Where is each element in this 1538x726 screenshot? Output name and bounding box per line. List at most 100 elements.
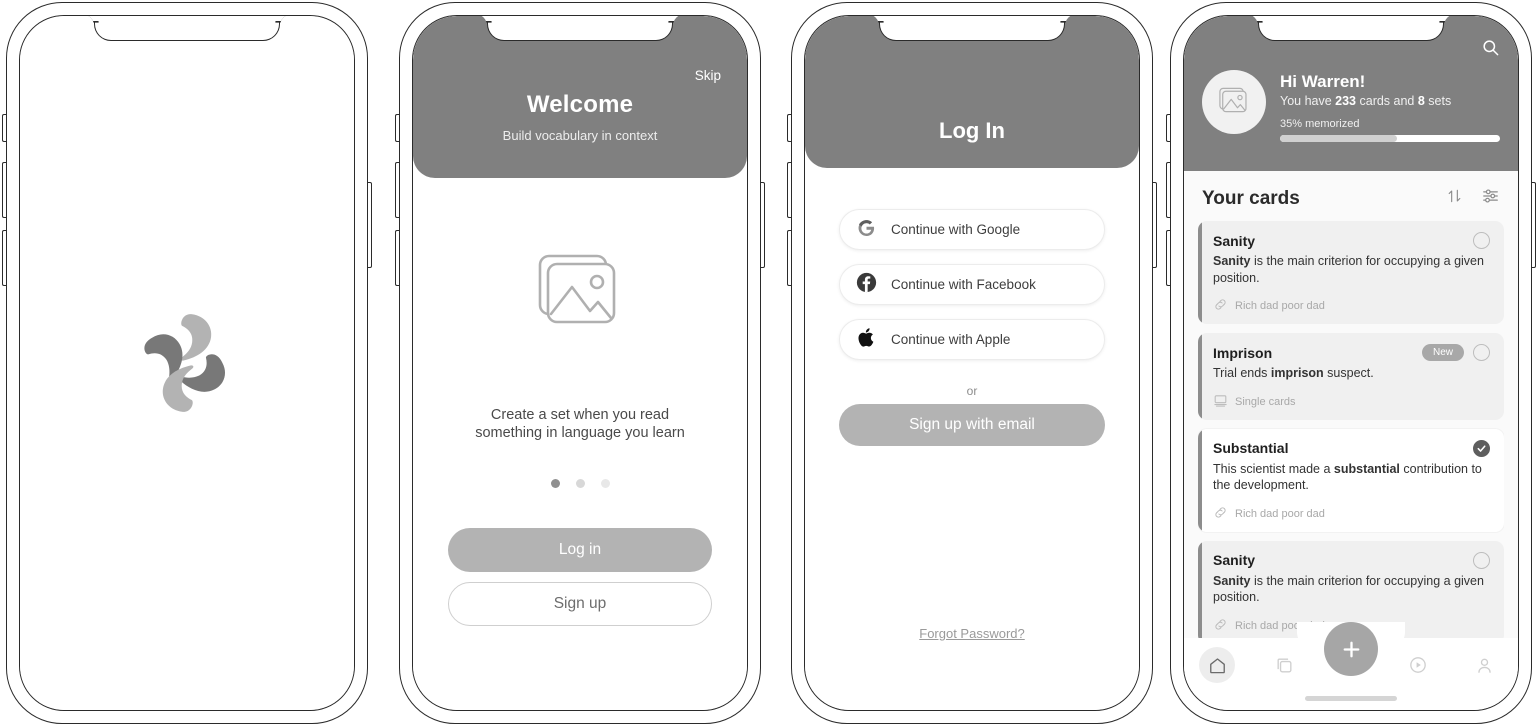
greeting-text: Hi Warren! xyxy=(1280,72,1366,91)
power-button[interactable] xyxy=(1153,182,1158,268)
sort-arrows-icon[interactable] xyxy=(1446,187,1463,210)
onboarding-body-line1: Create a set when you read xyxy=(490,407,670,423)
login-button[interactable]: Log in xyxy=(448,528,712,572)
volume-up-button[interactable] xyxy=(394,162,399,218)
signup-button[interactable]: Sign up xyxy=(448,582,712,626)
phone-home: Hi Warren! You have 233 cards and 8 sets… xyxy=(1165,2,1537,724)
page-dot-3[interactable] xyxy=(600,479,610,488)
card-checkbox[interactable] xyxy=(1473,344,1490,361)
plus-icon xyxy=(1343,641,1359,657)
splash-screen xyxy=(20,16,354,710)
silent-switch[interactable] xyxy=(1,114,6,142)
avatar[interactable] xyxy=(1202,70,1266,134)
page-title: Log In xyxy=(939,118,1005,143)
card-header: Sanity xyxy=(1213,551,1490,569)
phone-login: Log In Continue with Google Continue wit… xyxy=(786,2,1158,724)
phone-welcome: Welcome Build vocabulary in context Skip xyxy=(394,2,766,724)
home-indicator xyxy=(1305,696,1397,701)
phone-frame-inner: Welcome Build vocabulary in context Skip xyxy=(412,15,748,711)
volume-up-button[interactable] xyxy=(786,162,791,218)
phone-frame-inner xyxy=(19,15,355,711)
card-header: Sanity xyxy=(1213,232,1490,249)
page-title: Welcome xyxy=(526,91,634,118)
onboarding-body: Create a set when you read something in … xyxy=(435,406,725,443)
card-checkbox-checked[interactable] xyxy=(1473,439,1490,457)
stats-middle: cards and xyxy=(1356,94,1418,108)
card-accent-bar xyxy=(1198,221,1202,324)
continue-with-facebook-button[interactable]: Continue with Facebook xyxy=(839,264,1105,305)
volume-down-button[interactable] xyxy=(394,230,399,286)
link-icon xyxy=(1213,617,1228,635)
continue-with-apple-button[interactable]: Continue with Apple xyxy=(839,319,1105,360)
page-subtitle: Build vocabulary in context xyxy=(502,128,658,143)
volume-down-button[interactable] xyxy=(786,230,791,286)
volume-up-button[interactable] xyxy=(1165,162,1170,218)
continue-with-apple-label: Continue with Apple xyxy=(891,332,1011,347)
skip-button[interactable]: Skip xyxy=(695,68,721,83)
memorized-progress-fill xyxy=(1280,135,1397,142)
card-source-label: Rich dad poor dad xyxy=(1235,507,1325,520)
card-accent-bar xyxy=(1198,540,1202,644)
power-button[interactable] xyxy=(1532,182,1537,268)
silent-switch[interactable] xyxy=(1165,114,1170,142)
onboarding-body-line2: something in language you learn xyxy=(475,425,685,442)
card-source: Rich dad poor dad xyxy=(1213,505,1490,523)
filter-sliders-icon[interactable] xyxy=(1481,187,1500,210)
volume-down-button[interactable] xyxy=(1165,230,1170,286)
link-icon xyxy=(1213,297,1228,315)
volume-down-button[interactable] xyxy=(1,230,6,286)
signup-with-email-button[interactable]: Sign up with email xyxy=(839,404,1105,446)
continue-with-google-label: Continue with Google xyxy=(891,222,1021,237)
memorized-label: 35% memorized xyxy=(1280,118,1360,130)
onboarding-illustration xyxy=(413,252,747,340)
tab-home[interactable] xyxy=(1184,647,1251,683)
card-sentence: This scientist made a substantial contri… xyxy=(1213,461,1482,493)
card-checkbox[interactable] xyxy=(1473,232,1490,249)
card-source: Single cards xyxy=(1213,393,1490,411)
card-item[interactable]: Sanity Sanity is the main criterion for o… xyxy=(1198,221,1504,324)
status-badge: New xyxy=(1421,344,1464,361)
page-dot-2[interactable] xyxy=(575,479,585,488)
search-icon[interactable] xyxy=(1481,38,1500,62)
card-accent-bar xyxy=(1198,428,1202,532)
tab-home-active-bg xyxy=(1199,647,1236,683)
play-circle-icon xyxy=(1409,657,1426,673)
card-sentence: Sanity is the main criterion for occupyi… xyxy=(1213,254,1484,285)
tab-cards[interactable] xyxy=(1251,656,1318,675)
card-source-label: Single cards xyxy=(1235,395,1296,408)
phone-notch xyxy=(94,16,280,41)
apple-icon xyxy=(856,327,877,353)
power-button[interactable] xyxy=(761,182,766,268)
card-source: Rich dad poor dad xyxy=(1213,297,1490,315)
stats-prefix: You have xyxy=(1280,94,1336,108)
card-checkbox[interactable] xyxy=(1473,551,1490,569)
continue-with-google-button[interactable]: Continue with Google xyxy=(839,209,1105,250)
card-title: Substantial xyxy=(1213,440,1289,456)
tab-practice[interactable] xyxy=(1384,655,1451,675)
memorized-progress-bar xyxy=(1280,135,1500,142)
phone-frame-inner: Log In Continue with Google Continue wit… xyxy=(804,15,1140,711)
link-icon xyxy=(1213,505,1228,523)
card-sentence: Sanity is the main criterion for occupyi… xyxy=(1213,573,1484,605)
power-button[interactable] xyxy=(368,182,373,268)
card-title: Imprison xyxy=(1213,344,1273,361)
page-indicator[interactable] xyxy=(413,479,747,488)
card-item[interactable]: Substantial This scientist made a substan… xyxy=(1198,428,1504,532)
page-dot-1[interactable] xyxy=(550,479,560,488)
pinwheel-quotes-logo xyxy=(127,308,247,418)
card-header: Substantial xyxy=(1213,439,1490,457)
check-icon xyxy=(1477,444,1486,452)
stats-suffix: sets xyxy=(1424,94,1452,108)
add-card-button[interactable] xyxy=(1324,622,1378,676)
silent-switch[interactable] xyxy=(786,114,791,142)
volume-up-button[interactable] xyxy=(1,162,6,218)
single-card-icon xyxy=(1213,393,1228,411)
stats-text: You have 233 cards and 8 sets xyxy=(1280,94,1500,108)
card-item[interactable]: Imprison New Trial ends imprison suspect. S… xyxy=(1198,333,1504,420)
home-icon xyxy=(1209,657,1225,673)
tab-profile[interactable] xyxy=(1451,656,1518,675)
forgot-password-link[interactable]: Forgot Password? xyxy=(805,626,1139,641)
phone-frame-inner: Hi Warren! You have 233 cards and 8 sets… xyxy=(1183,15,1519,711)
silent-switch[interactable] xyxy=(394,114,399,142)
home-screen: Hi Warren! You have 233 cards and 8 sets… xyxy=(1184,16,1518,710)
